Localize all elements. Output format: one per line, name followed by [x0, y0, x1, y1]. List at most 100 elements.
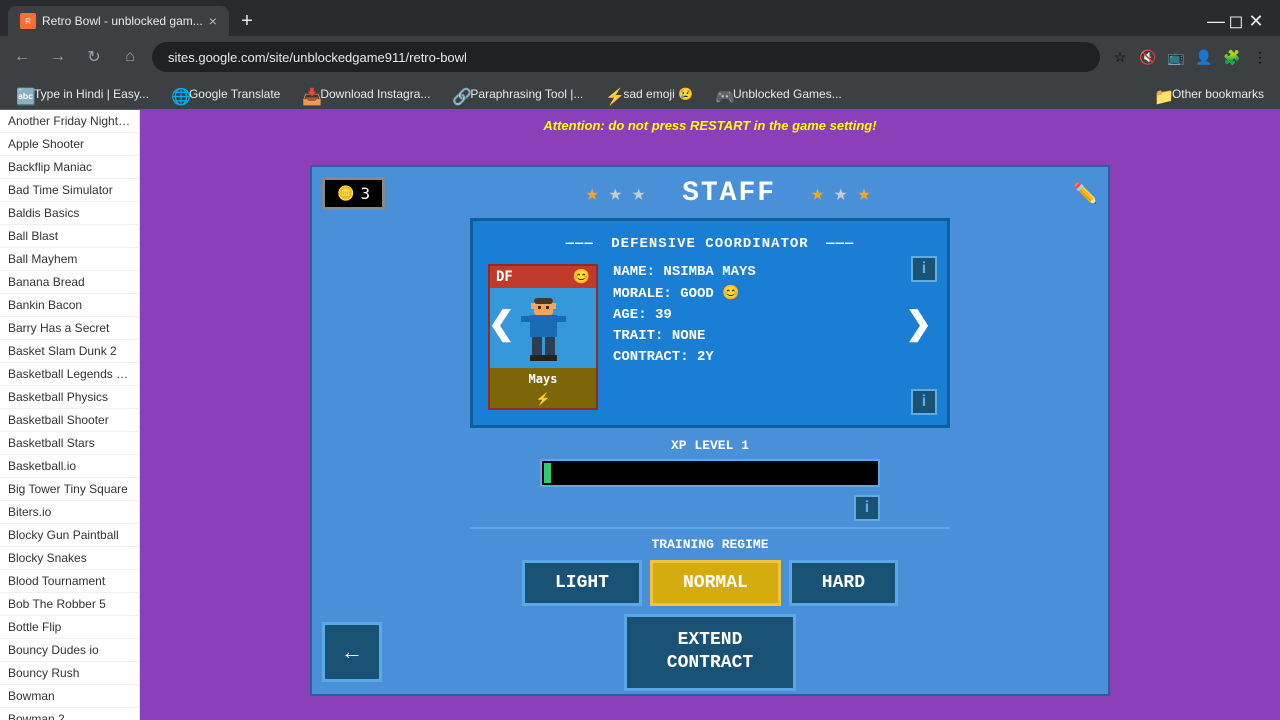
- xp-bar-container: [540, 459, 880, 487]
- active-tab[interactable]: R Retro Bowl - unblocked gam... ×: [8, 6, 229, 36]
- bookmark-translate[interactable]: 🌐 Google Translate: [163, 85, 288, 103]
- forward-nav-button[interactable]: →: [44, 43, 72, 71]
- sidebar-item[interactable]: Basketball Stars: [0, 432, 139, 455]
- extend-line1: EXTEND: [678, 630, 743, 650]
- prev-staff-button[interactable]: ❮: [488, 304, 515, 342]
- position-label: DF: [496, 269, 513, 285]
- game-bottom-bar: ← EXTEND CONTRACT: [322, 614, 1098, 691]
- window-controls: — ◻ ✕: [1208, 13, 1272, 29]
- sidebar-item[interactable]: Basket Slam Dunk 2: [0, 340, 139, 363]
- sidebar-item[interactable]: Blocky Gun Paintball: [0, 524, 139, 547]
- sidebar-item[interactable]: Bad Time Simulator: [0, 179, 139, 202]
- bookmarks-bar: 🔤 Type in Hindi | Easy... 🌐 Google Trans…: [0, 78, 1280, 110]
- sidebar-item[interactable]: Blood Tournament: [0, 570, 139, 593]
- bookmark-unblocked[interactable]: 🎮 Unblocked Games...: [707, 85, 850, 103]
- sidebar-item[interactable]: Blocky Snakes: [0, 547, 139, 570]
- info-button-mid[interactable]: i: [911, 389, 937, 415]
- bookmark-hindi-icon: 🔤: [16, 87, 30, 101]
- back-button[interactable]: ←: [322, 622, 382, 682]
- toolbar-icons: ☆ 🔇 📺 👤 🧩 ⋮: [1108, 45, 1272, 69]
- sidebar-item[interactable]: Bob The Robber 5: [0, 593, 139, 616]
- sidebar-item[interactable]: Bottle Flip: [0, 616, 139, 639]
- bookmark-paraphrase[interactable]: 🔗 Paraphrasing Tool |...: [444, 85, 591, 103]
- close-button[interactable]: ✕: [1248, 13, 1264, 29]
- bookmark-instagram[interactable]: 📥 Download Instagra...: [294, 85, 438, 103]
- bookmark-other[interactable]: 📁 Other bookmarks: [1146, 85, 1272, 103]
- tab-bar: R Retro Bowl - unblocked gam... × + — ◻ …: [0, 0, 1280, 36]
- sidebar-item[interactable]: Backflip Maniac: [0, 156, 139, 179]
- game-top-bar: 🪙 3 ★ ★ ★ STAFF ★ ★ ★ ✏️: [322, 177, 1098, 210]
- extensions-icon[interactable]: 🧩: [1220, 45, 1244, 69]
- sidebar-item[interactable]: Baldis Basics: [0, 202, 139, 225]
- star-2-icon: ★: [609, 181, 624, 207]
- bookmark-icon[interactable]: ☆: [1108, 45, 1132, 69]
- main-content: Another Friday Night modApple ShooterBac…: [0, 110, 1280, 720]
- menu-icon[interactable]: ⋮: [1248, 45, 1272, 69]
- sidebar-item[interactable]: Biters.io: [0, 501, 139, 524]
- new-tab-button[interactable]: +: [233, 7, 261, 35]
- sidebar-item[interactable]: Apple Shooter: [0, 133, 139, 156]
- sidebar-item[interactable]: Banana Bread: [0, 271, 139, 294]
- bookmark-sad-emoji[interactable]: ⚡ sad emoji 😢: [597, 85, 701, 103]
- sidebar-item[interactable]: Bowman: [0, 685, 139, 708]
- sidebar-item[interactable]: Another Friday Night mod: [0, 110, 139, 133]
- sidebar-item[interactable]: Bouncy Rush: [0, 662, 139, 685]
- maximize-button[interactable]: ◻: [1228, 13, 1244, 29]
- edit-icon[interactable]: ✏️: [1073, 181, 1098, 206]
- bookmark-unblocked-label: Unblocked Games...: [733, 87, 842, 101]
- sidebar-item[interactable]: Basketball.io: [0, 455, 139, 478]
- sidebar-item[interactable]: Barry Has a Secret: [0, 317, 139, 340]
- sidebar-item[interactable]: Ball Mayhem: [0, 248, 139, 271]
- training-normal-button[interactable]: NORMAL: [650, 560, 781, 606]
- player-name-line: NAME: NSIMBA MAYS: [613, 264, 932, 280]
- profile-icon[interactable]: 👤: [1192, 45, 1216, 69]
- close-tab-button[interactable]: ×: [209, 13, 217, 29]
- sidebar: Another Friday Night modApple ShooterBac…: [0, 110, 140, 720]
- section-divider-right: ———: [826, 236, 854, 252]
- sidebar-item[interactable]: Bouncy Dudes io: [0, 639, 139, 662]
- sidebar-item[interactable]: Bowman 2: [0, 708, 139, 720]
- address-input[interactable]: [152, 42, 1100, 72]
- bookmark-other-label: Other bookmarks: [1172, 87, 1264, 101]
- sidebar-item[interactable]: Big Tower Tiny Square: [0, 478, 139, 501]
- bookmark-paraphrase-icon: 🔗: [452, 87, 466, 101]
- mute-icon[interactable]: 🔇: [1136, 45, 1160, 69]
- bookmark-sad-emoji-icon: ⚡: [605, 87, 619, 101]
- position-icon: 😊: [573, 269, 590, 285]
- player-contract-line: CONTRACT: 2Y: [613, 349, 932, 365]
- minimize-button[interactable]: —: [1208, 13, 1224, 29]
- info-button-top[interactable]: i: [911, 256, 937, 282]
- sidebar-item[interactable]: Ball Blast: [0, 225, 139, 248]
- training-buttons: LIGHT NORMAL HARD: [470, 560, 950, 606]
- player-morale-line: MORALE: GOOD 😊: [613, 285, 932, 302]
- player-trait-line: TRAIT: NONE: [613, 328, 932, 344]
- star-6-icon: ★: [857, 181, 872, 207]
- section-divider-left: ———: [566, 236, 594, 252]
- sidebar-item[interactable]: Bankin Bacon: [0, 294, 139, 317]
- address-bar-row: ← → ↻ ⌂ ☆ 🔇 📺 👤 🧩 ⋮: [0, 36, 1280, 78]
- home-button[interactable]: ⌂: [116, 43, 144, 71]
- morale-icon: 😊: [722, 286, 739, 302]
- training-light-button[interactable]: LIGHT: [522, 560, 642, 606]
- reload-button[interactable]: ↻: [80, 43, 108, 71]
- xp-bar-fill: [544, 463, 551, 483]
- player-star-card: ⚡: [490, 390, 596, 408]
- player-age-line: AGE: 39: [613, 307, 932, 323]
- game-container: 🪙 3 ★ ★ ★ STAFF ★ ★ ★ ✏️: [310, 165, 1110, 696]
- training-section: TRAINING REGIME LIGHT NORMAL HARD: [470, 527, 950, 606]
- sidebar-item[interactable]: Basketball Shooter: [0, 409, 139, 432]
- staff-title-text: STAFF: [682, 178, 776, 209]
- cast-icon[interactable]: 📺: [1164, 45, 1188, 69]
- sidebar-item[interactable]: Basketball Legends 2020: [0, 363, 139, 386]
- next-staff-button[interactable]: ❯: [905, 304, 932, 342]
- bookmark-hindi[interactable]: 🔤 Type in Hindi | Easy...: [8, 85, 157, 103]
- training-hard-button[interactable]: HARD: [789, 560, 898, 606]
- section-title: ——— DEFENSIVE COORDINATOR ———: [488, 236, 932, 252]
- back-nav-button[interactable]: ←: [8, 43, 36, 71]
- bookmark-instagram-icon: 📥: [302, 87, 316, 101]
- extend-contract-button[interactable]: EXTEND CONTRACT: [624, 614, 796, 691]
- bookmark-paraphrase-label: Paraphrasing Tool |...: [470, 87, 583, 101]
- sidebar-item[interactable]: Basketball Physics: [0, 386, 139, 409]
- info-button-xp[interactable]: i: [854, 495, 880, 521]
- bookmark-sad-emoji-label: sad emoji 😢: [623, 87, 693, 101]
